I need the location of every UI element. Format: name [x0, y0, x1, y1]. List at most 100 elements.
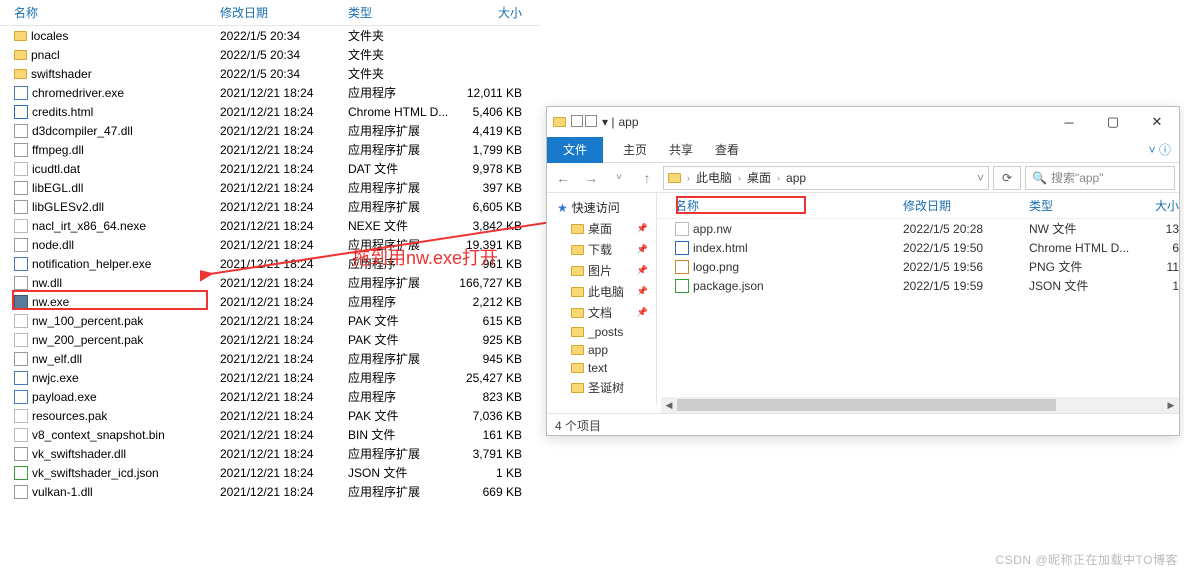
file-icon — [14, 162, 28, 176]
json-icon — [675, 279, 689, 293]
file-icon — [14, 333, 28, 347]
crumb-app[interactable]: app — [786, 171, 806, 185]
rcol-type[interactable]: 类型 — [1029, 197, 1139, 214]
rcol-date[interactable]: 修改日期 — [903, 197, 1029, 214]
maximize-button[interactable]: ▢ — [1091, 107, 1135, 137]
file-name: nwjc.exe — [32, 371, 79, 385]
rcol-size[interactable]: 大小 — [1139, 197, 1179, 214]
file-type: 应用程序扩展 — [348, 483, 450, 500]
nav-pane[interactable]: ★快速访问桌面📌下载📌图片📌此电脑📌文档📌_postsapptext圣诞树 — [547, 193, 657, 405]
crumb-desktop[interactable]: 桌面 — [747, 169, 771, 186]
file-row[interactable]: locales2022/1/5 20:34文件夹 — [0, 26, 540, 45]
tab-home[interactable]: 主页 — [621, 137, 649, 162]
file-name: credits.html — [32, 105, 93, 119]
help-icon[interactable]: ˅ ⓘ — [1149, 141, 1179, 158]
file-row[interactable]: resources.pak2021/12/21 18:24PAK 文件7,036… — [0, 406, 540, 425]
file-size: 397 KB — [450, 181, 530, 195]
file-row[interactable]: vulkan-1.dll2021/12/21 18:24应用程序扩展669 KB — [0, 482, 540, 501]
nav-item[interactable]: 桌面📌 — [547, 218, 656, 239]
forward-button[interactable]: → — [579, 166, 603, 190]
exe-icon — [14, 257, 28, 271]
col-date[interactable]: 修改日期 — [220, 4, 348, 21]
addr-dropdown-icon[interactable]: ˅ — [977, 171, 984, 185]
crumb-pc[interactable]: 此电脑 — [696, 169, 732, 186]
file-row[interactable]: app.nw2022/1/5 20:28NW 文件13 — [657, 219, 1179, 238]
up-button[interactable]: ↑ — [635, 166, 659, 190]
file-date: 2022/1/5 20:34 — [220, 67, 348, 81]
file-type: 应用程序扩展 — [348, 122, 450, 139]
nav-item[interactable]: _posts — [547, 323, 656, 341]
nw-icon — [14, 295, 28, 309]
file-type: NEXE 文件 — [348, 217, 450, 234]
file-row[interactable]: logo.png2022/1/5 19:56PNG 文件11 — [657, 257, 1179, 276]
file-size: 13 — [1139, 222, 1179, 236]
file-row[interactable]: payload.exe2021/12/21 18:24应用程序823 KB — [0, 387, 540, 406]
titlebar[interactable]: ▾ | app ─ ▢ ✕ — [547, 107, 1179, 137]
nav-item[interactable]: 图片📌 — [547, 260, 656, 281]
file-row[interactable]: vk_swiftshader_icd.json2021/12/21 18:24J… — [0, 463, 540, 482]
file-date: 2022/1/5 19:50 — [903, 241, 1029, 255]
file-date: 2021/12/21 18:24 — [220, 219, 348, 233]
file-row[interactable]: chromedriver.exe2021/12/21 18:24应用程序12,0… — [0, 83, 540, 102]
address-bar[interactable]: › 此电脑 › 桌面 › app ˅ — [663, 166, 989, 190]
file-type: BIN 文件 — [348, 426, 450, 443]
qat-icons[interactable] — [570, 115, 598, 130]
close-button[interactable]: ✕ — [1135, 107, 1179, 137]
file-row[interactable]: index.html2022/1/5 19:50Chrome HTML D...… — [657, 238, 1179, 257]
file-row[interactable]: package.json2022/1/5 19:59JSON 文件1 — [657, 276, 1179, 295]
refresh-button[interactable]: ⟳ — [993, 166, 1021, 190]
tab-view[interactable]: 查看 — [713, 137, 741, 162]
scroll-left-icon[interactable]: ◀ — [661, 397, 677, 413]
folder-icon — [14, 69, 27, 79]
file-row[interactable]: v8_context_snapshot.bin2021/12/21 18:24B… — [0, 425, 540, 444]
file-row[interactable]: credits.html2021/12/21 18:24Chrome HTML … — [0, 102, 540, 121]
col-type[interactable]: 类型 — [348, 4, 450, 21]
minimize-button[interactable]: ─ — [1047, 107, 1091, 137]
file-row[interactable]: nwjc.exe2021/12/21 18:24应用程序25,427 KB — [0, 368, 540, 387]
nav-item[interactable]: text — [547, 359, 656, 377]
folder-icon — [571, 383, 584, 393]
nav-item[interactable]: 圣诞树 — [547, 377, 656, 398]
col-size[interactable]: 大小 — [450, 4, 530, 21]
docs-icon — [571, 308, 584, 318]
file-row[interactable]: d3dcompiler_47.dll2021/12/21 18:24应用程序扩展… — [0, 121, 540, 140]
dll-icon — [14, 181, 28, 195]
nav-item[interactable]: ★快速访问 — [547, 197, 656, 218]
rcol-name[interactable]: 名称 — [675, 197, 903, 214]
file-row[interactable]: nw.dll2021/12/21 18:24应用程序扩展166,727 KB — [0, 273, 540, 292]
file-row[interactable]: swiftshader2022/1/5 20:34文件夹 — [0, 64, 540, 83]
file-row[interactable]: nw_elf.dll2021/12/21 18:24应用程序扩展945 KB — [0, 349, 540, 368]
exe-icon — [14, 390, 28, 404]
tab-file[interactable]: 文件 — [547, 137, 603, 163]
file-row[interactable]: icudtl.dat2021/12/21 18:24DAT 文件9,978 KB — [0, 159, 540, 178]
h-scrollbar[interactable]: ◀ ▶ — [661, 397, 1179, 413]
search-box[interactable]: 🔍 搜索"app" — [1025, 166, 1175, 190]
file-row[interactable]: libEGL.dll2021/12/21 18:24应用程序扩展397 KB — [0, 178, 540, 197]
col-name[interactable]: 名称 — [14, 4, 220, 21]
file-row[interactable]: libGLESv2.dll2021/12/21 18:24应用程序扩展6,605… — [0, 197, 540, 216]
tab-share[interactable]: 共享 — [667, 137, 695, 162]
file-date: 2022/1/5 20:34 — [220, 48, 348, 62]
nav-item[interactable]: 此电脑📌 — [547, 281, 656, 302]
nav-item[interactable]: 下载📌 — [547, 239, 656, 260]
file-date: 2022/1/5 19:59 — [903, 279, 1029, 293]
file-row[interactable]: pnacl2022/1/5 20:34文件夹 — [0, 45, 540, 64]
file-row[interactable]: nacl_irt_x86_64.nexe2021/12/21 18:24NEXE… — [0, 216, 540, 235]
file-size: 925 KB — [450, 333, 530, 347]
nav-item[interactable]: 文档📌 — [547, 302, 656, 323]
file-row[interactable]: nw_200_percent.pak2021/12/21 18:24PAK 文件… — [0, 330, 540, 349]
file-row[interactable]: nw.exe2021/12/21 18:24应用程序2,212 KB — [0, 292, 540, 311]
file-name: nw_elf.dll — [32, 352, 82, 366]
nav-item[interactable]: app — [547, 341, 656, 359]
scroll-thumb[interactable] — [677, 399, 1056, 411]
file-date: 2021/12/21 18:24 — [220, 257, 348, 271]
file-name: vk_swiftshader.dll — [32, 447, 126, 461]
file-row[interactable]: ffmpeg.dll2021/12/21 18:24应用程序扩展1,799 KB — [0, 140, 540, 159]
left-column-headers[interactable]: 名称 修改日期 类型 大小 — [0, 0, 540, 26]
back-button[interactable]: ← — [551, 166, 575, 190]
scroll-right-icon[interactable]: ▶ — [1163, 397, 1179, 413]
recent-button[interactable]: ˅ — [607, 166, 631, 190]
right-column-headers[interactable]: 名称 修改日期 类型 大小 — [657, 193, 1179, 219]
file-row[interactable]: nw_100_percent.pak2021/12/21 18:24PAK 文件… — [0, 311, 540, 330]
file-row[interactable]: vk_swiftshader.dll2021/12/21 18:24应用程序扩展… — [0, 444, 540, 463]
